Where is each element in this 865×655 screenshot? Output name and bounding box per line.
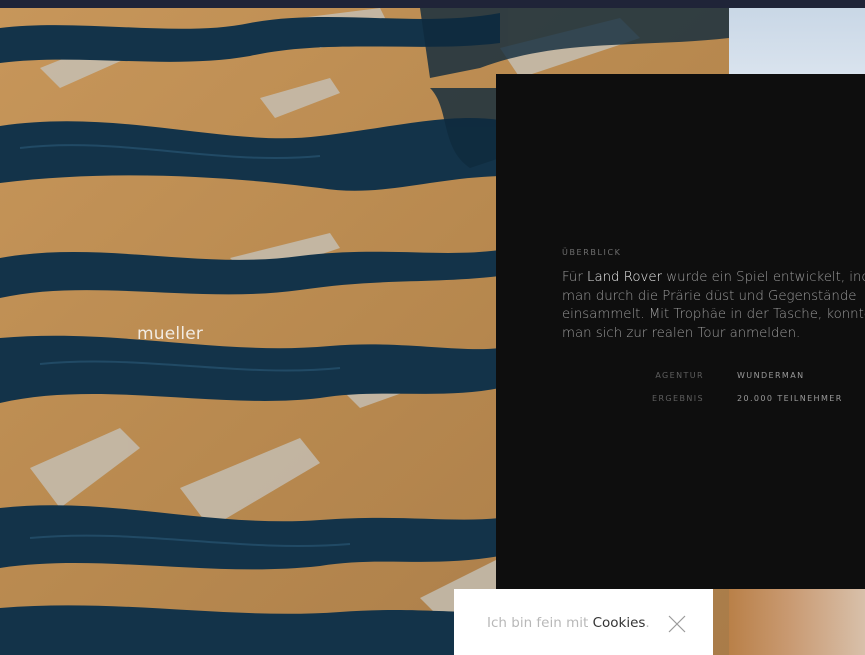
overview-line-4: man sich zur realen Tour anmelden. <box>562 325 801 341</box>
overview-line-2: man durch die Prärie düst und Gegenständ… <box>562 288 857 304</box>
cookie-text: Ich bin fein mit <box>487 615 593 631</box>
cookie-banner: Ich bin fein mit Cookies. <box>454 589 713 655</box>
meta-value-result: 20.000 TEILNEHMER <box>737 394 843 403</box>
cookie-message: Ich bin fein mit Cookies. <box>487 615 650 631</box>
client-name: Land Rover <box>587 270 662 285</box>
meta-label-result: ERGEBNIS <box>652 394 704 403</box>
overview-line-3: einsammelt. Mit Trophäe in der Tasche, k… <box>562 307 865 323</box>
overview-line-1: Für Land Rover wurde ein Spiel entwickel… <box>562 269 865 288</box>
overview-panel: ÜBERBLICK Für Land Rover wurde ein Spiel… <box>496 74 865 589</box>
project-thumbnail[interactable] <box>729 589 865 655</box>
brand-name[interactable]: mueller <box>137 324 203 344</box>
meta-label-agency: AGENTUR <box>655 371 704 380</box>
overview-text-fragment: Für <box>562 270 588 285</box>
cookie-text-end: . <box>645 615 650 631</box>
close-icon[interactable] <box>668 615 686 633</box>
overview-text-fragment: wurde ein Spiel entwickelt, ind <box>662 270 865 285</box>
sky-image <box>729 8 865 74</box>
overview-label: ÜBERBLICK <box>562 248 622 257</box>
meta-value-agency: WUNDERMAN <box>737 371 805 380</box>
overview-description: Für Land Rover wurde ein Spiel entwickel… <box>562 269 865 343</box>
cookies-link[interactable]: Cookies <box>593 615 646 631</box>
top-bar <box>0 0 865 8</box>
